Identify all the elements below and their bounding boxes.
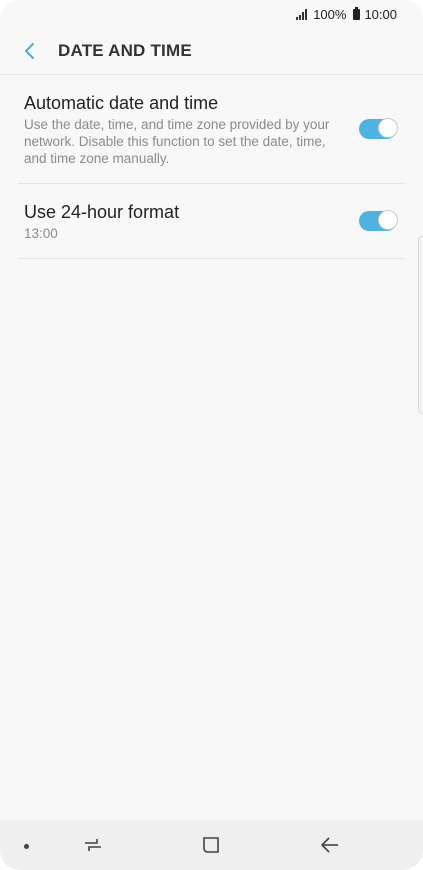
status-bar: 100% 10:00 — [0, 0, 423, 28]
recent-apps-icon — [85, 839, 101, 851]
setting-title: Automatic date and time — [24, 93, 219, 113]
home-icon — [203, 837, 219, 853]
settings-list: Automatic date and time Use the date, ti… — [0, 75, 423, 259]
setting-24-hour-format[interactable]: Use 24-hour format 13:00 — [18, 184, 405, 259]
navigation-bar — [0, 820, 423, 870]
chevron-left-icon — [25, 43, 34, 59]
automatic-date-time-toggle[interactable] — [359, 118, 398, 139]
setting-title: Use 24-hour format — [24, 202, 180, 222]
back-button[interactable] — [18, 39, 42, 63]
recent-apps-button[interactable] — [81, 833, 105, 857]
page-title: DATE AND TIME — [58, 41, 192, 60]
setting-summary: 13:00 — [24, 226, 58, 241]
setting-text: Use 24-hour format 13:00 — [24, 200, 359, 242]
24-hour-format-toggle[interactable] — [359, 210, 398, 231]
app-bar: DATE AND TIME — [0, 28, 423, 75]
dot-icon[interactable] — [24, 844, 29, 849]
edge-panel-handle[interactable] — [418, 236, 423, 414]
status-time: 10:00 — [364, 6, 397, 22]
setting-summary: Use the date, time, and time zone provid… — [24, 117, 330, 166]
toggle-knob — [378, 118, 398, 138]
battery-icon — [353, 6, 361, 20]
home-button[interactable] — [199, 833, 223, 857]
battery-percent: 100% — [313, 6, 347, 22]
signal-icon — [296, 8, 308, 20]
back-nav-button[interactable] — [318, 833, 342, 857]
screen: 100% 10:00 DATE AND TIME Automatic date … — [0, 0, 423, 870]
setting-automatic-date-time[interactable]: Automatic date and time Use the date, ti… — [18, 75, 405, 184]
back-arrow-icon — [321, 837, 338, 853]
toggle-knob — [378, 210, 398, 230]
setting-text: Automatic date and time Use the date, ti… — [24, 91, 359, 167]
